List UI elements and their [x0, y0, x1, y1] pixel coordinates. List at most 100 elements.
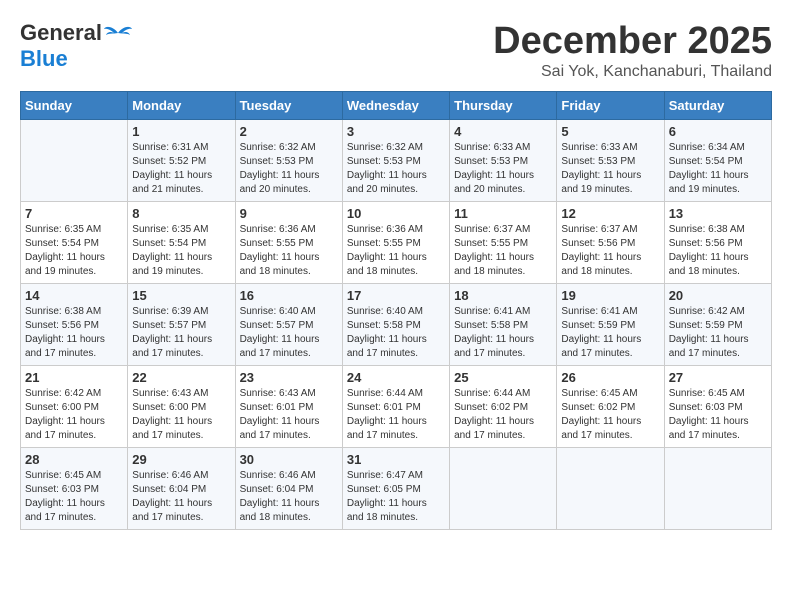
location-title: Sai Yok, Kanchanaburi, Thailand	[493, 63, 772, 81]
day-number: 6	[669, 124, 767, 139]
title-block: December 2025 Sai Yok, Kanchanaburi, Tha…	[493, 20, 772, 81]
week-row-5: 28 Sunrise: 6:45 AM Sunset: 6:03 PM Dayli…	[21, 448, 772, 530]
logo-blue: Blue	[20, 46, 68, 71]
day-number: 31	[347, 452, 445, 467]
calendar-cell: 16 Sunrise: 6:40 AM Sunset: 5:57 PM Dayli…	[235, 284, 342, 366]
calendar-cell	[664, 448, 771, 530]
day-number: 28	[25, 452, 123, 467]
day-info: Sunrise: 6:38 AM Sunset: 5:56 PM Dayligh…	[669, 223, 767, 279]
calendar-cell: 29 Sunrise: 6:46 AM Sunset: 6:04 PM Dayli…	[128, 448, 235, 530]
day-info: Sunrise: 6:44 AM Sunset: 6:01 PM Dayligh…	[347, 387, 445, 443]
calendar-cell: 4 Sunrise: 6:33 AM Sunset: 5:53 PM Daylig…	[450, 120, 557, 202]
day-number: 15	[132, 288, 230, 303]
day-number: 13	[669, 206, 767, 221]
weekday-header-wednesday: Wednesday	[342, 92, 449, 120]
calendar-table: SundayMondayTuesdayWednesdayThursdayFrid…	[20, 91, 772, 530]
day-number: 23	[240, 370, 338, 385]
day-info: Sunrise: 6:46 AM Sunset: 6:04 PM Dayligh…	[240, 469, 338, 525]
calendar-cell: 15 Sunrise: 6:39 AM Sunset: 5:57 PM Dayli…	[128, 284, 235, 366]
day-info: Sunrise: 6:33 AM Sunset: 5:53 PM Dayligh…	[454, 141, 552, 197]
weekday-header-thursday: Thursday	[450, 92, 557, 120]
calendar-cell: 6Sunrise: 6:34 AM Sunset: 5:54 PM Daylig…	[664, 120, 771, 202]
weekday-header-row: SundayMondayTuesdayWednesdayThursdayFrid…	[21, 92, 772, 120]
day-info: Sunrise: 6:43 AM Sunset: 6:00 PM Dayligh…	[132, 387, 230, 443]
calendar-cell: 21Sunrise: 6:42 AM Sunset: 6:00 PM Dayli…	[21, 366, 128, 448]
day-number: 16	[240, 288, 338, 303]
calendar-cell	[21, 120, 128, 202]
day-number: 18	[454, 288, 552, 303]
day-number: 4	[454, 124, 552, 139]
week-row-2: 7 Sunrise: 6:35 AM Sunset: 5:54 PM Daylig…	[21, 202, 772, 284]
day-number: 29	[132, 452, 230, 467]
page-header: General Blue December 2025 Sai Yok, Kanc…	[20, 20, 772, 81]
calendar-cell: 25 Sunrise: 6:44 AM Sunset: 6:02 PM Dayli…	[450, 366, 557, 448]
day-info: Sunrise: 6:43 AM Sunset: 6:01 PM Dayligh…	[240, 387, 338, 443]
day-number: 11	[454, 206, 552, 221]
calendar-cell: 10Sunrise: 6:36 AM Sunset: 5:55 PM Dayli…	[342, 202, 449, 284]
day-info: Sunrise: 6:37 AM Sunset: 5:56 PM Dayligh…	[561, 223, 659, 279]
day-info: Sunrise: 6:41 AM Sunset: 5:59 PM Dayligh…	[561, 305, 659, 361]
calendar-cell: 31Sunrise: 6:47 AM Sunset: 6:05 PM Dayli…	[342, 448, 449, 530]
calendar-cell: 14 Sunrise: 6:38 AM Sunset: 5:56 PM Dayli…	[21, 284, 128, 366]
day-number: 19	[561, 288, 659, 303]
day-info: Sunrise: 6:36 AM Sunset: 5:55 PM Dayligh…	[240, 223, 338, 279]
day-number: 25	[454, 370, 552, 385]
calendar-cell: 28 Sunrise: 6:45 AM Sunset: 6:03 PM Dayli…	[21, 448, 128, 530]
calendar-cell: 11 Sunrise: 6:37 AM Sunset: 5:55 PM Dayli…	[450, 202, 557, 284]
calendar-cell: 30 Sunrise: 6:46 AM Sunset: 6:04 PM Dayli…	[235, 448, 342, 530]
calendar-cell: 8 Sunrise: 6:35 AM Sunset: 5:54 PM Daylig…	[128, 202, 235, 284]
calendar-cell: 22Sunrise: 6:43 AM Sunset: 6:00 PM Dayli…	[128, 366, 235, 448]
day-number: 12	[561, 206, 659, 221]
calendar-cell: 23 Sunrise: 6:43 AM Sunset: 6:01 PM Dayli…	[235, 366, 342, 448]
calendar-cell: 13 Sunrise: 6:38 AM Sunset: 5:56 PM Dayli…	[664, 202, 771, 284]
day-number: 26	[561, 370, 659, 385]
day-info: Sunrise: 6:41 AM Sunset: 5:58 PM Dayligh…	[454, 305, 552, 361]
day-number: 14	[25, 288, 123, 303]
calendar-cell: 2 Sunrise: 6:32 AM Sunset: 5:53 PM Daylig…	[235, 120, 342, 202]
day-number: 7	[25, 206, 123, 221]
week-row-1: 1Sunrise: 6:31 AM Sunset: 5:52 PM Daylig…	[21, 120, 772, 202]
day-info: Sunrise: 6:46 AM Sunset: 6:04 PM Dayligh…	[132, 469, 230, 525]
week-row-4: 21Sunrise: 6:42 AM Sunset: 6:00 PM Dayli…	[21, 366, 772, 448]
calendar-cell: 20Sunrise: 6:42 AM Sunset: 5:59 PM Dayli…	[664, 284, 771, 366]
calendar-cell: 12 Sunrise: 6:37 AM Sunset: 5:56 PM Dayli…	[557, 202, 664, 284]
weekday-header-saturday: Saturday	[664, 92, 771, 120]
day-number: 2	[240, 124, 338, 139]
calendar-cell: 24 Sunrise: 6:44 AM Sunset: 6:01 PM Dayli…	[342, 366, 449, 448]
calendar-cell: 18 Sunrise: 6:41 AM Sunset: 5:58 PM Dayli…	[450, 284, 557, 366]
day-number: 30	[240, 452, 338, 467]
calendar-cell: 19 Sunrise: 6:41 AM Sunset: 5:59 PM Dayli…	[557, 284, 664, 366]
calendar-cell: 7 Sunrise: 6:35 AM Sunset: 5:54 PM Daylig…	[21, 202, 128, 284]
week-row-3: 14 Sunrise: 6:38 AM Sunset: 5:56 PM Dayli…	[21, 284, 772, 366]
calendar-cell: 5 Sunrise: 6:33 AM Sunset: 5:53 PM Daylig…	[557, 120, 664, 202]
day-number: 8	[132, 206, 230, 221]
month-title: December 2025	[493, 20, 772, 63]
day-info: Sunrise: 6:40 AM Sunset: 5:57 PM Dayligh…	[240, 305, 338, 361]
day-number: 3	[347, 124, 445, 139]
day-info: Sunrise: 6:35 AM Sunset: 5:54 PM Dayligh…	[132, 223, 230, 279]
day-info: Sunrise: 6:31 AM Sunset: 5:52 PM Dayligh…	[132, 141, 230, 197]
day-number: 5	[561, 124, 659, 139]
day-number: 10	[347, 206, 445, 221]
day-info: Sunrise: 6:33 AM Sunset: 5:53 PM Dayligh…	[561, 141, 659, 197]
day-info: Sunrise: 6:32 AM Sunset: 5:53 PM Dayligh…	[240, 141, 338, 197]
day-info: Sunrise: 6:39 AM Sunset: 5:57 PM Dayligh…	[132, 305, 230, 361]
day-info: Sunrise: 6:40 AM Sunset: 5:58 PM Dayligh…	[347, 305, 445, 361]
day-info: Sunrise: 6:37 AM Sunset: 5:55 PM Dayligh…	[454, 223, 552, 279]
calendar-cell: 9 Sunrise: 6:36 AM Sunset: 5:55 PM Daylig…	[235, 202, 342, 284]
calendar-cell: 1Sunrise: 6:31 AM Sunset: 5:52 PM Daylig…	[128, 120, 235, 202]
logo: General Blue	[20, 20, 132, 72]
day-info: Sunrise: 6:44 AM Sunset: 6:02 PM Dayligh…	[454, 387, 552, 443]
day-info: Sunrise: 6:38 AM Sunset: 5:56 PM Dayligh…	[25, 305, 123, 361]
day-info: Sunrise: 6:45 AM Sunset: 6:03 PM Dayligh…	[669, 387, 767, 443]
day-number: 9	[240, 206, 338, 221]
calendar-cell	[557, 448, 664, 530]
day-number: 27	[669, 370, 767, 385]
day-info: Sunrise: 6:45 AM Sunset: 6:03 PM Dayligh…	[25, 469, 123, 525]
calendar-cell: 17Sunrise: 6:40 AM Sunset: 5:58 PM Dayli…	[342, 284, 449, 366]
calendar-cell	[450, 448, 557, 530]
day-info: Sunrise: 6:45 AM Sunset: 6:02 PM Dayligh…	[561, 387, 659, 443]
day-number: 24	[347, 370, 445, 385]
day-info: Sunrise: 6:35 AM Sunset: 5:54 PM Dayligh…	[25, 223, 123, 279]
weekday-header-monday: Monday	[128, 92, 235, 120]
